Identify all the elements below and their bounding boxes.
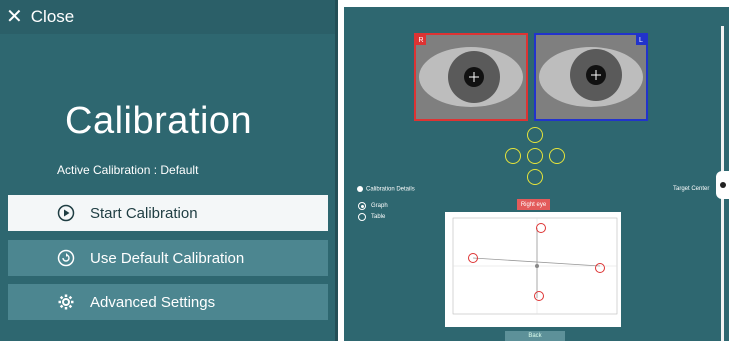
advanced-settings-button[interactable]: Advanced Settings	[8, 284, 328, 320]
right-eye-camera: R	[414, 33, 528, 121]
graph-label: Graph	[371, 203, 388, 209]
target-center-label: Target Center	[673, 186, 710, 192]
back-button[interactable]: Back	[505, 331, 565, 341]
advanced-settings-label: Advanced Settings	[90, 293, 216, 311]
right-eye-image	[419, 47, 523, 107]
table-radio[interactable]	[358, 213, 366, 221]
calibration-graph	[445, 212, 621, 327]
target-center	[527, 148, 543, 164]
reset-icon	[56, 248, 76, 268]
calibration-details-toggle[interactable]: Calibration Details	[357, 186, 415, 193]
target-bottom	[527, 169, 543, 185]
table-label: Table	[371, 214, 386, 220]
page-title: Calibration	[65, 100, 253, 142]
left-eye-image	[539, 47, 643, 107]
collapse-icon	[357, 186, 363, 192]
start-calibration-label: Start Calibration	[90, 204, 198, 222]
right-eye-label: Right eye	[517, 199, 550, 210]
right-eye-tag: R	[416, 35, 426, 45]
start-calibration-button[interactable]: Start Calibration	[8, 195, 328, 231]
slide-handle[interactable]	[716, 171, 729, 199]
use-default-calibration-button[interactable]: Use Default Calibration	[8, 240, 328, 276]
close-button[interactable]: ✕ Close	[6, 6, 74, 28]
left-eye-tag: L	[636, 35, 646, 45]
graph-radio[interactable]	[358, 202, 366, 210]
gear-icon	[56, 292, 76, 312]
close-icon: ✕	[6, 6, 23, 28]
close-label: Close	[30, 7, 75, 26]
dot-icon	[719, 182, 726, 188]
play-circle-icon	[56, 203, 76, 223]
target-top	[527, 127, 543, 143]
calibration-panel: ✕ Close Calibration Active Calibration :…	[0, 0, 338, 341]
left-eye-camera: L	[534, 33, 648, 121]
calibration-details-label: Calibration Details	[366, 186, 415, 193]
active-calibration-text: Active Calibration : Default	[57, 163, 199, 177]
target-right	[549, 148, 565, 164]
panel-divider	[335, 0, 338, 341]
use-default-calibration-label: Use Default Calibration	[90, 249, 245, 267]
target-left	[505, 148, 521, 164]
